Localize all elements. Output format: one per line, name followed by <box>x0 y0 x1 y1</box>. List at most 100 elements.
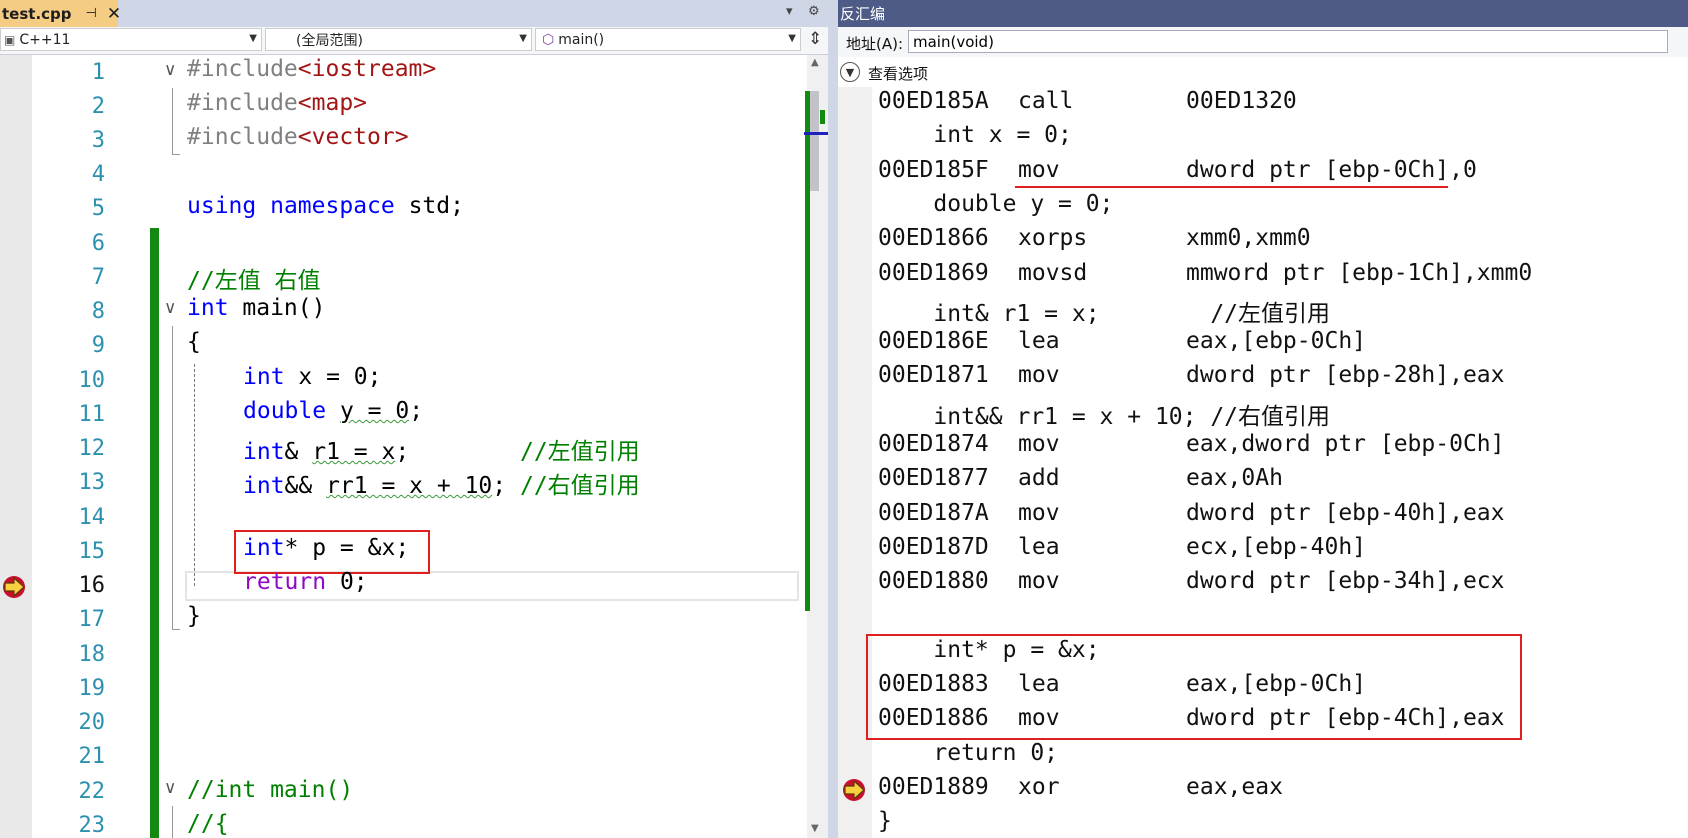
tab-test-cpp[interactable]: test.cpp ⊣ ✕ <box>0 0 121 27</box>
gear-icon[interactable]: ⚙ <box>808 4 820 19</box>
instruction-mnemonic: mov <box>1018 362 1060 389</box>
asm-instruction-row[interactable]: 00ED186E lea eax,[ebp-0Ch] <box>878 328 1366 354</box>
asm-instruction-row[interactable]: 00ED1874 mov eax,dword ptr [ebp-0Ch] <box>878 431 1505 457</box>
code-text: ; <box>492 473 520 499</box>
warning-squiggle[interactable]: rr1 = x + 10 <box>326 473 492 499</box>
asm-instruction-row[interactable]: 00ED1871 mov dword ptr [ebp-28h],eax <box>878 362 1505 388</box>
fold-guide <box>172 88 173 154</box>
instruction-operands: dword ptr [ebp-34h],ecx <box>1186 568 1505 595</box>
code-line-2[interactable]: #include<map> <box>187 90 367 116</box>
asm-instruction-row[interactable]: 00ED187D lea ecx,[ebp-40h] <box>878 534 1366 560</box>
scroll-up-icon[interactable]: ▲ <box>811 57 819 68</box>
asm-instruction-row[interactable]: 00ED1877 add eax,0Ah <box>878 465 1283 491</box>
project-icon: ▣ <box>4 32 16 47</box>
instruction-address: 00ED185A <box>878 88 989 114</box>
function-dropdown[interactable]: ⬡ main() ▼ <box>535 28 801 51</box>
instruction-address: 00ED1889 <box>878 774 989 800</box>
scope-dropdown[interactable]: (全局范围) ▼ <box>265 28 532 51</box>
scroll-down-icon[interactable]: ▼ <box>811 823 819 834</box>
line-number: 9 <box>91 333 105 358</box>
instruction-operands: eax,[ebp-0Ch] <box>1186 328 1367 355</box>
tab-label: test.cpp <box>2 4 72 23</box>
code-line-11[interactable]: double y = 0; <box>243 398 423 424</box>
source-line-row[interactable]: double y = 0; <box>878 191 1113 217</box>
chevron-down-icon[interactable]: ▾ <box>786 4 793 19</box>
source-line-row[interactable]: int x = 0; <box>878 122 1072 148</box>
code-line-17[interactable]: } <box>187 603 201 629</box>
code-line-8[interactable]: int main() <box>187 295 325 321</box>
asm-instruction-row[interactable]: 00ED1866 xorps xmm0,xmm0 <box>878 225 1311 251</box>
pin-icon[interactable]: ⊣ <box>86 6 97 21</box>
instruction-operands: dword ptr [ebp-28h],eax <box>1186 362 1505 389</box>
instruction-mnemonic: mov <box>1018 431 1060 457</box>
highlight-box <box>234 530 430 574</box>
address-bar: 地址(A): main(void) <box>838 27 1688 57</box>
comment: //左值引用 <box>519 439 640 465</box>
source-line-row[interactable]: } <box>878 808 892 834</box>
keyword: int <box>243 364 285 390</box>
line-number: 19 <box>78 676 106 701</box>
asm-instruction-row[interactable]: 00ED1869 movsd mmword ptr [ebp-1Ch],xmm0 <box>878 260 1532 286</box>
line-number: 21 <box>78 744 106 769</box>
address-input[interactable]: main(void) <box>908 30 1668 53</box>
split-icon[interactable]: ⇕ <box>808 29 822 49</box>
code-text: std; <box>394 193 464 219</box>
fold-guide <box>172 806 173 838</box>
fold-toggle-icon[interactable]: ∨ <box>164 60 176 80</box>
tab-bar: test.cpp ⊣ ✕ ▾ ⚙ <box>0 0 828 27</box>
line-number: 13 <box>78 470 106 495</box>
close-icon[interactable]: ✕ <box>107 4 121 24</box>
asm-instruction-row[interactable]: 00ED187A mov dword ptr [ebp-40h],eax <box>878 500 1505 526</box>
code-line-9[interactable]: { <box>187 329 201 355</box>
function-dropdown-label: main() <box>558 31 605 48</box>
asm-instruction-row[interactable]: 00ED1880 mov dword ptr [ebp-34h],ecx <box>878 568 1505 594</box>
highlight-box <box>866 634 1522 740</box>
chevron-down-icon: ▼ <box>519 33 527 44</box>
source-line-row[interactable]: int& r1 = x; //左值引用 <box>878 294 1330 328</box>
line-number: 8 <box>91 299 105 324</box>
instruction-address: 00ED1871 <box>878 362 989 389</box>
code-line-16[interactable]: return 0; <box>243 569 368 595</box>
asm-instruction-row[interactable]: 00ED185F mov dword ptr [ebp-0Ch],0 <box>878 157 1477 183</box>
line-number: 15 <box>78 539 106 564</box>
code-text: & <box>284 439 313 465</box>
asm-instruction-row[interactable]: 00ED185A call 00ED1320 <box>878 88 1297 114</box>
warning-squiggle[interactable]: r1 = x <box>312 439 395 465</box>
code-line-10[interactable]: int x = 0; <box>243 364 381 390</box>
code-line-13[interactable]: int&& rr1 = x + 10; //右值引用 <box>243 466 640 500</box>
instruction-address: 00ED1877 <box>878 465 989 492</box>
expand-toggle-icon[interactable]: ▼ <box>840 62 860 82</box>
line-number: 22 <box>78 779 106 804</box>
keyword: return <box>243 569 327 595</box>
code-line-3[interactable]: #include<vector> <box>187 124 409 150</box>
line-number: 4 <box>91 162 105 187</box>
preprocessor: #include <box>187 124 298 150</box>
code-line-5[interactable]: using namespace std; <box>187 193 464 219</box>
address-label: 地址(A): <box>846 35 904 53</box>
line-number: 1 <box>91 60 105 85</box>
project-dropdown[interactable]: ▣ C++11 ▼ <box>0 28 262 51</box>
code-line-1[interactable]: #include<iostream> <box>187 56 436 82</box>
highlight-underline <box>1015 186 1448 188</box>
view-options-bar: ▼ 查看选项 <box>838 57 1688 87</box>
scrollbar-thumb[interactable] <box>810 91 819 191</box>
instruction-mnemonic: add <box>1018 465 1060 492</box>
keyword: int <box>187 295 229 321</box>
vertical-scrollbar[interactable]: ▲ ▼ <box>804 55 828 838</box>
code-line-7[interactable]: //左值 右值 <box>187 261 321 295</box>
fold-toggle-icon[interactable]: ∨ <box>164 298 176 318</box>
fold-toggle-icon[interactable]: ∨ <box>164 778 176 798</box>
warning-squiggle[interactable]: y = 0 <box>340 398 409 424</box>
line-number: 5 <box>91 196 105 221</box>
code-line-22[interactable]: //int main() <box>187 777 353 803</box>
asm-instruction-row[interactable]: 00ED1889 xor eax,eax <box>878 774 1283 800</box>
code-text: main() <box>228 295 326 321</box>
view-options-label[interactable]: 查看选项 <box>868 63 928 84</box>
preprocessor: #include <box>187 56 298 82</box>
code-line-12[interactable]: int& r1 = x; //左值引用 <box>243 432 640 466</box>
panel-splitter[interactable] <box>828 0 838 838</box>
code-line-23[interactable]: //{ <box>187 811 229 837</box>
source-line-row[interactable]: return 0; <box>878 740 1058 766</box>
source-line-row[interactable]: int&& rr1 = x + 10; //右值引用 <box>878 397 1330 431</box>
